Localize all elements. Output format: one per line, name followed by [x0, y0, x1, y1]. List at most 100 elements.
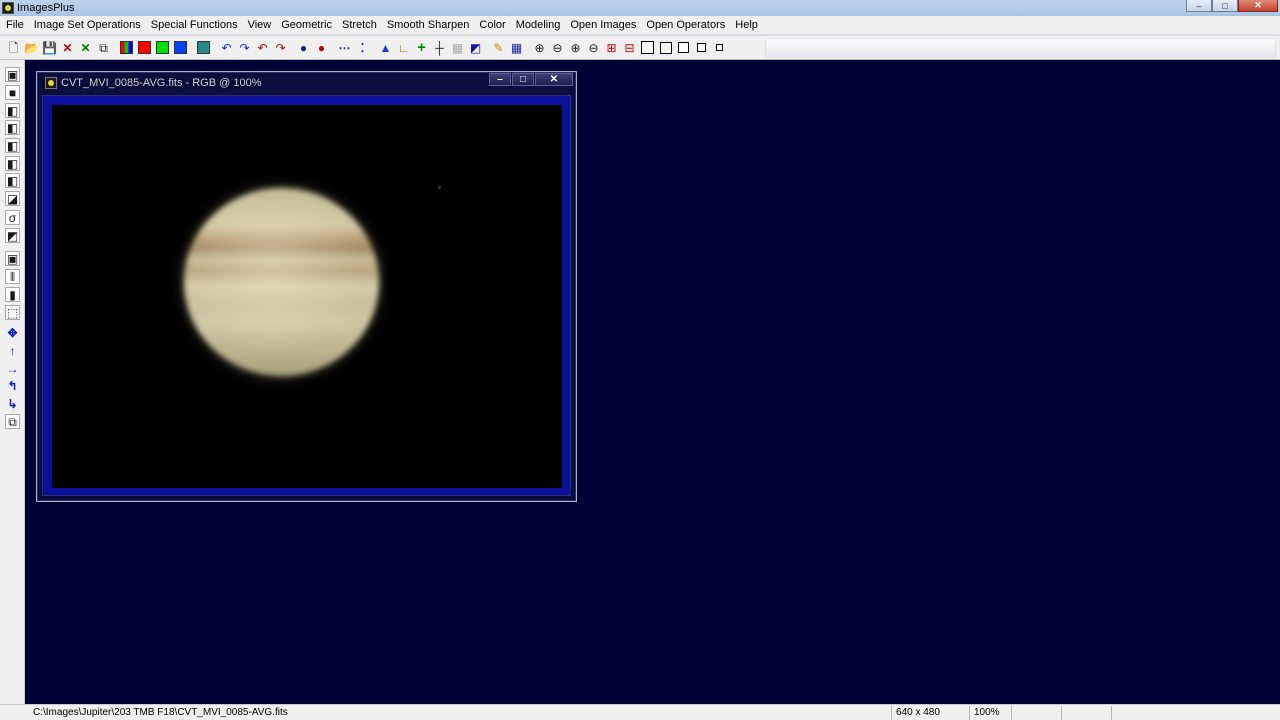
- mask-icon[interactable]: ●: [295, 39, 312, 57]
- zoom-out-icon[interactable]: ⊖: [549, 39, 566, 57]
- line-dots-icon[interactable]: ⋯: [336, 39, 353, 57]
- menu-open-images[interactable]: Open Images: [565, 16, 641, 35]
- left-toolbar: ▣ ■ ◧ ◧ ◧ ◧ ◧ ◪ σ ◩ ▣ ⦀ ▮ ⬚ ✥ ↑ → ↰ ↳ ⧉: [0, 60, 25, 704]
- image-window-controls: – □ ✕: [488, 73, 573, 86]
- undo-icon[interactable]: ↶: [218, 39, 235, 57]
- frame-smaller-icon[interactable]: [693, 39, 710, 57]
- mask-red-icon[interactable]: ●: [313, 39, 330, 57]
- menu-smooth-sharpen[interactable]: Smooth Sharpen: [382, 16, 475, 35]
- window-controls: – □ ✕: [1186, 0, 1278, 12]
- menu-image-set-operations[interactable]: Image Set Operations: [29, 16, 146, 35]
- menu-bar: File Image Set Operations Special Functi…: [0, 16, 1280, 35]
- menu-open-operators[interactable]: Open Operators: [641, 16, 730, 35]
- page-icon[interactable]: ⧉: [5, 414, 20, 429]
- image-window-icon: [45, 77, 57, 89]
- image-grid-icon[interactable]: [195, 39, 212, 57]
- close-button[interactable]: ✕: [1238, 0, 1278, 12]
- menu-geometric[interactable]: Geometric: [276, 16, 337, 35]
- red-swatch: [138, 41, 151, 54]
- image-maximize-button[interactable]: □: [512, 73, 534, 86]
- menu-help[interactable]: Help: [730, 16, 763, 35]
- new-file-icon[interactable]: 🗋: [5, 39, 22, 57]
- grid-icon[interactable]: ▦: [449, 39, 466, 57]
- menu-modeling[interactable]: Modeling: [511, 16, 566, 35]
- blue-channel-icon[interactable]: [172, 39, 189, 57]
- app-icon: [2, 2, 14, 14]
- image-canvas[interactable]: [52, 105, 562, 488]
- select-icon[interactable]: ⬚: [5, 305, 20, 320]
- toolbar-empty-area: [765, 37, 1276, 58]
- maximize-button[interactable]: □: [1212, 0, 1238, 12]
- arrow-up-icon[interactable]: ↑: [5, 343, 20, 358]
- image-close-button[interactable]: ✕: [535, 73, 573, 86]
- zoom-small-icon[interactable]: ⊖: [585, 39, 602, 57]
- rotate-left-icon[interactable]: ↰: [5, 378, 20, 393]
- moon-dot: [438, 186, 441, 189]
- open-folder-icon[interactable]: 📂: [23, 39, 40, 57]
- blue-channel-icon[interactable]: ◧: [5, 138, 20, 153]
- image-window[interactable]: CVT_MVI_0085-AVG.fits - RGB @ 100% – □ ✕: [36, 71, 577, 502]
- function-icon[interactable]: σ: [5, 210, 20, 225]
- target-icon[interactable]: ▣: [5, 251, 20, 266]
- status-panel-5: [1111, 706, 1280, 720]
- status-dimensions: 640 x 480: [891, 706, 969, 720]
- frame-small-icon[interactable]: [675, 39, 692, 57]
- points-icon[interactable]: ⁚: [354, 39, 371, 57]
- main-toolbar: 🗋 📂 💾 ✕ ✕ ⧉ ↶ ↷ ↶ ↷ ● ● ⋯ ⁚ ▲ ∟ + ┼ ▦ ◩ …: [0, 36, 1280, 60]
- status-file-path: C:\Images\Jupiter\203 TMB F18\CVT_MVI_00…: [33, 707, 288, 718]
- save-icon[interactable]: 💾: [41, 39, 58, 57]
- black-bar-icon[interactable]: ▮: [5, 287, 20, 302]
- red-channel-icon[interactable]: ◧: [5, 103, 20, 118]
- cyan-channel-icon[interactable]: ◧: [5, 173, 20, 188]
- close-all-icon[interactable]: ✕: [77, 39, 94, 57]
- frame-medium-icon[interactable]: [657, 39, 674, 57]
- zoom-in-icon[interactable]: ⊕: [531, 39, 548, 57]
- expand-icon[interactable]: ⊞: [603, 39, 620, 57]
- white-square-icon[interactable]: ◪: [5, 191, 20, 206]
- image-minimize-button[interactable]: –: [489, 73, 511, 86]
- axis-icon[interactable]: ∟: [395, 39, 412, 57]
- black-square-icon[interactable]: ■: [5, 85, 20, 100]
- move-icon[interactable]: ✥: [5, 325, 20, 340]
- arrow-right-icon[interactable]: →: [5, 361, 20, 376]
- image-window-title: CVT_MVI_0085-AVG.fits - RGB @ 100%: [61, 77, 262, 89]
- histogram-icon[interactable]: ▲: [377, 39, 394, 57]
- save-icon[interactable]: ▣: [5, 67, 20, 82]
- green-channel-icon[interactable]: ◧: [5, 120, 20, 135]
- undo-all-icon[interactable]: ↶: [254, 39, 271, 57]
- app-title-bar: ImagesPlus – □ ✕: [0, 0, 1280, 16]
- diagonal-icon[interactable]: ◩: [5, 228, 20, 243]
- blue-channel-icon-2[interactable]: ◧: [5, 156, 20, 171]
- close-image-icon[interactable]: ✕: [59, 39, 76, 57]
- image-frame: [42, 95, 571, 496]
- frame-large-icon[interactable]: [639, 39, 656, 57]
- add-icon[interactable]: +: [413, 39, 430, 57]
- status-panel-4: [1061, 706, 1111, 720]
- red-channel-icon[interactable]: [136, 39, 153, 57]
- menu-stretch[interactable]: Stretch: [337, 16, 382, 35]
- minimize-button[interactable]: –: [1186, 0, 1212, 12]
- green-swatch: [156, 41, 169, 54]
- image-window-title-bar[interactable]: CVT_MVI_0085-AVG.fits - RGB @ 100% – □ ✕: [37, 72, 576, 94]
- redo-icon[interactable]: ↷: [236, 39, 253, 57]
- zoom-fit-icon[interactable]: ⊕: [567, 39, 584, 57]
- crosshair-icon[interactable]: ┼: [431, 39, 448, 57]
- status-zoom: 100%: [969, 706, 1011, 720]
- menu-color[interactable]: Color: [474, 16, 510, 35]
- table-icon[interactable]: ▦: [508, 39, 525, 57]
- green-channel-icon[interactable]: [154, 39, 171, 57]
- stamp-icon[interactable]: ◩: [467, 39, 484, 57]
- menu-special-functions[interactable]: Special Functions: [146, 16, 243, 35]
- frame-smallest-icon[interactable]: [711, 39, 728, 57]
- menu-file[interactable]: File: [1, 16, 29, 35]
- shrink-icon[interactable]: ⊟: [621, 39, 638, 57]
- app-title: ImagesPlus: [17, 2, 75, 14]
- jupiter-image: [184, 188, 379, 376]
- copy-icon[interactable]: ⧉: [95, 39, 112, 57]
- rgb-channels-icon[interactable]: [118, 39, 135, 57]
- pencil-icon[interactable]: ✎: [490, 39, 507, 57]
- menu-view[interactable]: View: [243, 16, 277, 35]
- bars-icon[interactable]: ⦀: [5, 269, 20, 284]
- redo-all-icon[interactable]: ↷: [272, 39, 289, 57]
- rotate-down-icon[interactable]: ↳: [5, 396, 20, 411]
